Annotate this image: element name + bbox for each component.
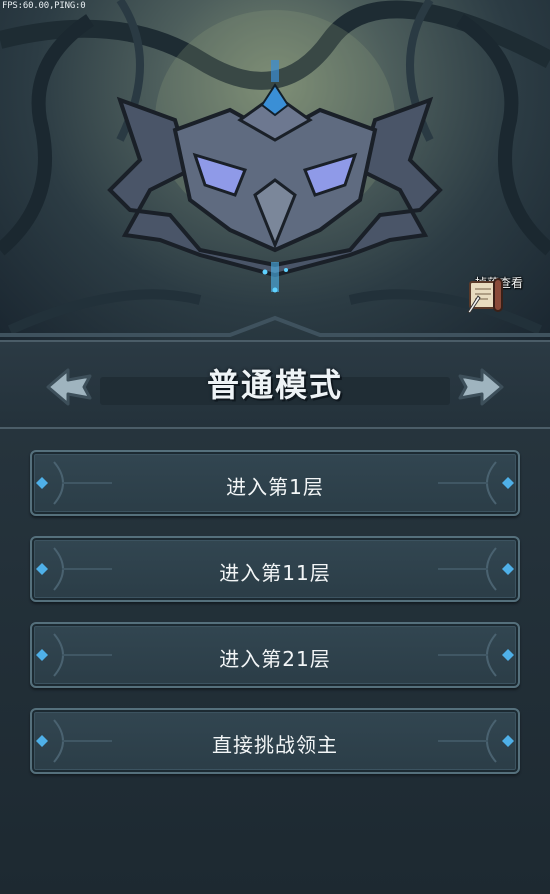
arrow-right-icon [458,368,504,406]
challenge-lord-button[interactable]: 直接挑战领主 [30,708,520,774]
enter-floor-11-label: 进入第11层 [219,561,331,585]
fps-counter: FPS:60.00,PING:0 [2,1,86,11]
challenge-lord-label: 直接挑战领主 [212,733,338,757]
scroll-icon [467,278,503,314]
enter-floor-1-label: 进入第1层 [226,475,324,499]
floor-list-panel: 进入第1层 进入第11层 进入第21层 直接挑战领主 [0,429,550,894]
enter-floor-11-button[interactable]: 进入第11层 [30,536,520,602]
next-mode-button[interactable] [452,362,508,412]
enter-floor-21-label: 进入第21层 [219,647,331,671]
enter-floor-1-button[interactable]: 进入第1层 [30,450,520,516]
boss-banner-art: 掉落查看 [0,0,550,340]
mode-selector-bar: 普通模式 [0,340,550,429]
drop-view-button[interactable]: 掉落查看 [464,276,534,314]
enter-floor-21-button[interactable]: 进入第21层 [30,622,520,688]
